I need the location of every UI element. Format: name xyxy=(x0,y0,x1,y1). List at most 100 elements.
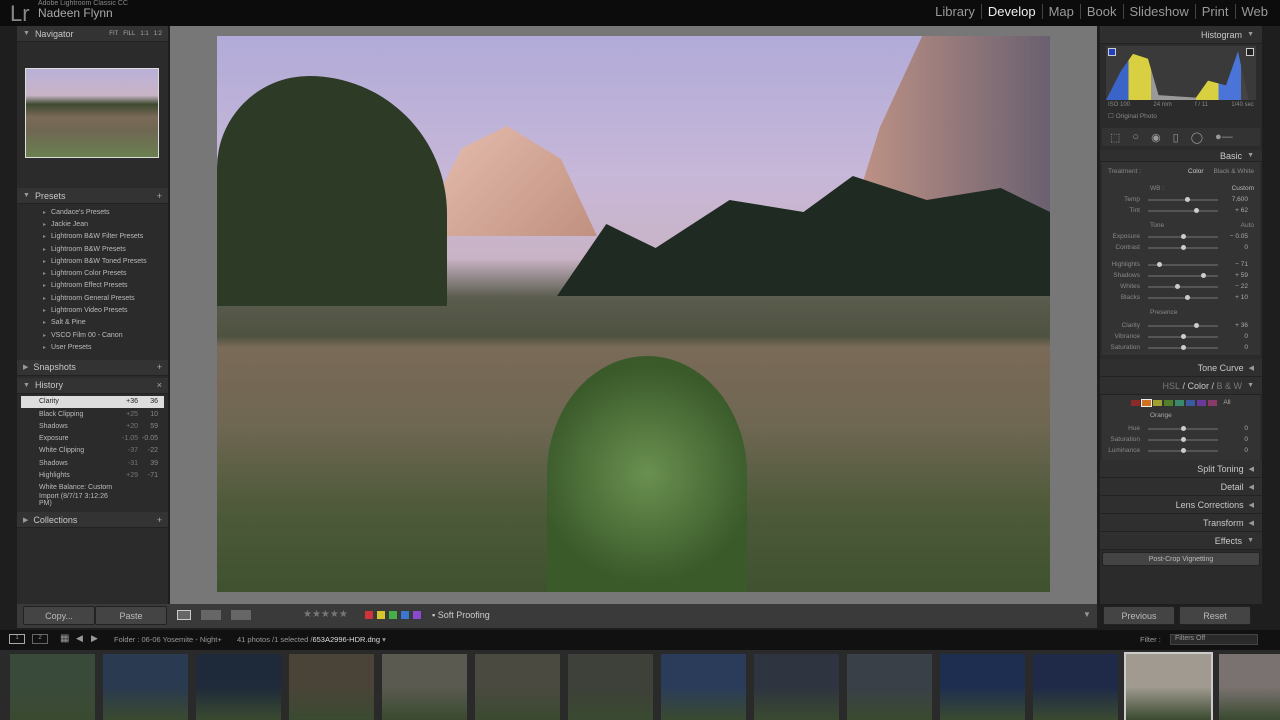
loupe-view-icon[interactable] xyxy=(177,610,191,620)
filmstrip-thumbnail[interactable] xyxy=(847,654,932,720)
color-label[interactable] xyxy=(365,611,373,619)
color-swatch[interactable] xyxy=(1175,399,1185,406)
slider-track[interactable] xyxy=(1148,447,1218,453)
slider-thumb[interactable] xyxy=(1200,272,1206,278)
main-window-button[interactable]: 1 xyxy=(9,634,25,644)
slider-thumb[interactable] xyxy=(1181,333,1186,339)
zoom-options[interactable]: FIT FILL 1:1 1:2 xyxy=(104,31,162,37)
add-snapshot-icon[interactable]: + xyxy=(157,362,162,372)
before-after-icon[interactable] xyxy=(201,610,221,620)
history-step[interactable]: Black Clipping +25 10 xyxy=(21,408,164,420)
history-step[interactable]: White Balance: Custom xyxy=(21,482,164,494)
slider-track[interactable] xyxy=(1148,436,1218,442)
preset-folder[interactable]: Lightroom Video Presets xyxy=(17,304,168,316)
slider-track[interactable] xyxy=(1148,425,1218,431)
soft-proofing-checkbox[interactable]: ▪ Soft Proofing xyxy=(432,610,490,620)
clear-history-icon[interactable]: × xyxy=(157,380,162,390)
slider-track[interactable] xyxy=(1148,333,1218,339)
snapshots-header[interactable]: ▶ Snapshots + xyxy=(17,359,168,376)
red-eye-icon[interactable]: ◉ xyxy=(1151,131,1161,144)
grid-icon[interactable]: ▦ xyxy=(60,633,69,644)
add-preset-icon[interactable]: + xyxy=(157,191,162,201)
preset-folder[interactable]: Lightroom B&W Toned Presets xyxy=(17,255,168,267)
transform-header[interactable]: Transform ◀ xyxy=(1100,514,1262,532)
history-header[interactable]: ▼ History × xyxy=(17,377,168,394)
preset-folder[interactable]: Salt & Pine xyxy=(17,317,168,329)
zoom-fit[interactable]: FIT xyxy=(109,31,118,37)
spot-removal-icon[interactable]: ○ xyxy=(1132,131,1139,143)
slider-track[interactable] xyxy=(1148,294,1218,300)
filmstrip-thumbnail[interactable] xyxy=(196,654,281,720)
color-swatch[interactable] xyxy=(1164,399,1174,406)
slider-thumb[interactable] xyxy=(1181,425,1186,431)
paste-button[interactable]: Paste xyxy=(95,606,167,625)
adjustment-brush-icon[interactable]: ●— xyxy=(1215,131,1233,143)
preset-folder[interactable]: User Presets xyxy=(17,341,168,353)
slider-track[interactable] xyxy=(1148,207,1218,213)
reset-button[interactable]: Reset xyxy=(1179,606,1251,625)
preset-folder[interactable]: Lightroom General Presets xyxy=(17,292,168,304)
slider-thumb[interactable] xyxy=(1185,196,1191,202)
color-swatch[interactable] xyxy=(1186,399,1196,406)
module-print[interactable]: Print xyxy=(1196,4,1236,19)
filmstrip-thumbnail[interactable] xyxy=(1033,654,1118,720)
graduated-filter-icon[interactable]: ▯ xyxy=(1173,131,1179,144)
color-label[interactable] xyxy=(401,611,409,619)
history-step[interactable]: Shadows -31 39 xyxy=(21,457,164,469)
color-label[interactable] xyxy=(377,611,385,619)
history-step[interactable]: Clarity +36 36 xyxy=(21,395,164,408)
slider-value[interactable]: + 36 xyxy=(1222,322,1248,329)
filmstrip-thumbnail[interactable] xyxy=(1124,652,1213,720)
filmstrip-thumbnail[interactable] xyxy=(940,654,1025,720)
slider-value[interactable]: 0 xyxy=(1222,244,1248,251)
slider-thumb[interactable] xyxy=(1184,294,1190,300)
preset-folder[interactable]: VSCO Film 00 - Canon xyxy=(17,329,168,341)
split-toning-header[interactable]: Split Toning ◀ xyxy=(1100,460,1262,478)
module-library[interactable]: Library xyxy=(929,4,982,19)
slider-value[interactable]: − 71 xyxy=(1222,261,1248,268)
preset-folder[interactable]: Lightroom B&W Filter Presets xyxy=(17,231,168,243)
histogram-header[interactable]: Histogram ▼ xyxy=(1100,26,1262,44)
radial-filter-icon[interactable]: ◯ xyxy=(1191,131,1203,144)
slider-value[interactable]: 0 xyxy=(1222,436,1248,443)
module-map[interactable]: Map xyxy=(1043,4,1081,19)
history-step[interactable]: Import (8/7/17 3:12:26 PM) xyxy=(21,493,164,507)
navigator-header[interactable]: ▼ Navigator FIT FILL 1:1 1:2 xyxy=(17,26,168,42)
slider-thumb[interactable] xyxy=(1193,322,1199,328)
filmstrip-thumbnail[interactable] xyxy=(289,654,374,720)
preset-folder[interactable]: Lightroom Color Presets xyxy=(17,267,168,279)
navigator-preview[interactable] xyxy=(17,42,168,188)
slider-value[interactable]: 0 xyxy=(1222,447,1248,454)
filmstrip-thumbnail[interactable] xyxy=(10,654,95,720)
slider-track[interactable] xyxy=(1148,322,1218,328)
preset-folder[interactable]: Lightroom Effect Presets xyxy=(17,280,168,292)
highlight-clipping-icon[interactable] xyxy=(1246,48,1254,56)
filmstrip-thumbnail[interactable] xyxy=(103,654,188,720)
previous-button[interactable]: Previous xyxy=(1103,606,1175,625)
preset-folder[interactable]: Lightroom B&W Presets xyxy=(17,243,168,255)
tab-bw[interactable]: B & W xyxy=(1217,381,1243,391)
slider-track[interactable] xyxy=(1148,244,1218,250)
slider-track[interactable] xyxy=(1148,283,1218,289)
folder-path[interactable]: Folder : 06-06 Yosemite - Night+ xyxy=(114,635,222,644)
module-book[interactable]: Book xyxy=(1081,4,1124,19)
color-swatch[interactable] xyxy=(1153,399,1163,406)
original-photo-checkbox[interactable]: ☐ Original Photo xyxy=(1100,108,1262,124)
basic-header[interactable]: Basic ▼ xyxy=(1100,150,1262,162)
before-after-swap-icon[interactable] xyxy=(231,610,251,620)
slider-value[interactable]: − 22 xyxy=(1222,283,1248,290)
shadow-clipping-icon[interactable] xyxy=(1108,48,1116,56)
zoom-1-2[interactable]: 1:2 xyxy=(154,31,162,37)
navigator-thumbnail[interactable] xyxy=(25,68,159,158)
slider-thumb[interactable] xyxy=(1181,233,1186,239)
slider-value[interactable]: 0 xyxy=(1222,344,1248,351)
filter-select[interactable]: Filters Off xyxy=(1170,634,1258,645)
slider-thumb[interactable] xyxy=(1193,207,1199,213)
filmstrip-thumbnail[interactable] xyxy=(568,654,653,720)
back-arrow-icon[interactable]: ◀ xyxy=(76,633,83,644)
tone-curve-header[interactable]: Tone Curve ◀ xyxy=(1100,359,1262,377)
rating-stars[interactable]: ★★★★★ xyxy=(303,609,348,620)
slider-thumb[interactable] xyxy=(1181,436,1186,442)
auto-button[interactable]: Auto xyxy=(1241,222,1254,229)
filmstrip-thumbnail[interactable] xyxy=(475,654,560,720)
